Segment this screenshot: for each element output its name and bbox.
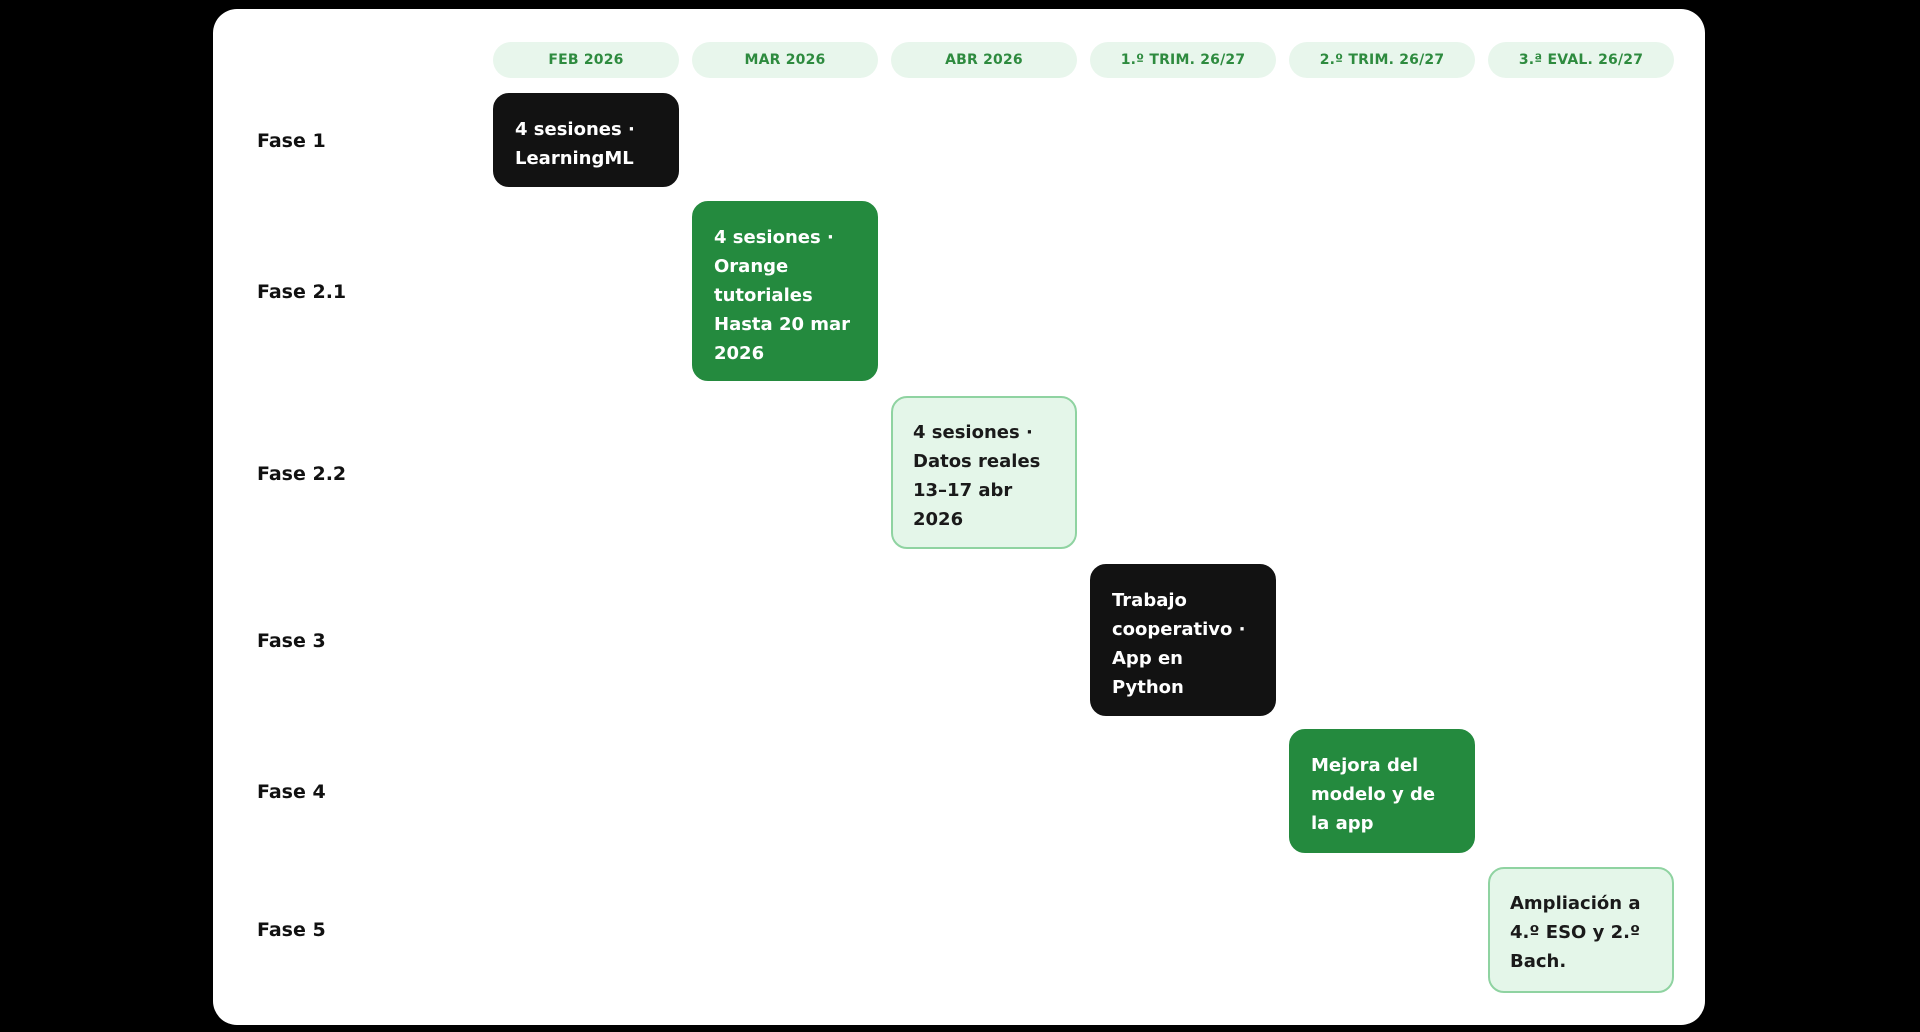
task-line: la app [1311,813,1374,834]
task-fase-5: Ampliación a 4.º ESO y 2.º Bach. [1488,867,1674,993]
task-line: Bach. [1510,951,1567,972]
task-line: Mejora del [1311,755,1419,776]
task-fase-1: 4 sesiones · LearningML [493,93,679,187]
task-fase-2-2: 4 sesiones · Datos reales 13–17 abr 2026 [891,396,1077,549]
column-header-feb-2026: FEB 2026 [493,42,679,78]
row-label-fase-2-1: Fase 2.1 [257,281,347,303]
column-header-1-trim: 1.º TRIM. 26/27 [1090,42,1276,78]
task-line: modelo y de [1311,784,1436,805]
task-line: Python [1112,677,1184,698]
task-line: tutoriales [714,285,813,306]
column-header-2-trim: 2.º TRIM. 26/27 [1289,42,1475,78]
task-line: Trabajo [1112,590,1187,611]
task-line: App en [1112,648,1183,669]
row-label-fase-4: Fase 4 [257,781,326,803]
column-header-abr-2026: ABR 2026 [891,42,1077,78]
task-fase-2-1: 4 sesiones · Orange tutoriales Hasta 20 … [692,201,878,381]
row-label-fase-5: Fase 5 [257,919,326,941]
task-line: 2026 [714,343,765,364]
column-header-3-eval: 3.ª EVAL. 26/27 [1488,42,1674,78]
row-label-fase-3: Fase 3 [257,630,326,652]
task-line: Ampliación a [1510,893,1641,914]
task-fase-4: Mejora del modelo y de la app [1289,729,1475,853]
task-line: 4 sesiones · [714,227,834,248]
task-line: Orange [714,256,789,277]
task-line: Hasta 20 mar [714,314,851,335]
task-line: Datos reales [913,451,1041,472]
row-label-fase-1: Fase 1 [257,130,326,152]
task-line: 13–17 abr [913,480,1013,501]
task-line: 4.º ESO y 2.º [1510,922,1641,943]
task-line: LearningML [515,148,634,169]
task-line: 4 sesiones · [515,119,635,140]
task-fase-3: Trabajo cooperativo · App en Python [1090,564,1276,716]
task-line: cooperativo · [1112,619,1246,640]
column-header-mar-2026: MAR 2026 [692,42,878,78]
task-line: 4 sesiones · [913,422,1033,443]
row-label-fase-2-2: Fase 2.2 [257,463,347,485]
task-line: 2026 [913,509,964,530]
